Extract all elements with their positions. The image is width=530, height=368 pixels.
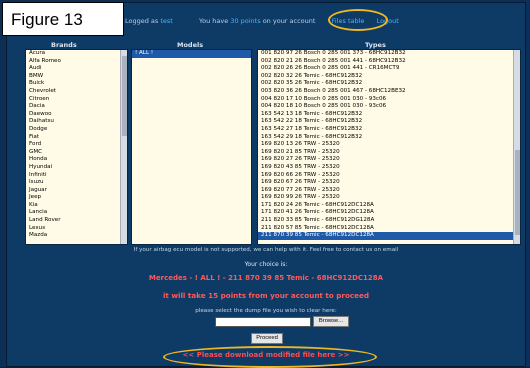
brand-option[interactable]: Dodge: [26, 126, 127, 134]
brand-option[interactable]: Daewoo: [26, 111, 127, 119]
brand-option[interactable]: Lancia: [26, 209, 127, 217]
dump-file-input[interactable]: [215, 317, 311, 327]
cost-notice: it will take 15 points from your account…: [162, 291, 370, 300]
type-option[interactable]: 004 820 17 10 Bosch 0 285 001 030 - 93c0…: [258, 96, 520, 104]
type-option[interactable]: 002 820 26 26 Bosch 0 285 001 441 - CR16…: [258, 65, 520, 73]
type-option[interactable]: 171 820 24 26 Temic - 68HC912DC128A: [258, 202, 520, 210]
type-option[interactable]: 169 820 77 26 TRW - 25320: [258, 187, 520, 195]
logged-as-prefix: Logged as: [125, 17, 159, 25]
models-header: Models: [177, 41, 204, 49]
type-option[interactable]: 002 820 35 26 Temic - 68HC912B32: [258, 80, 520, 88]
brand-option[interactable]: Alfa Romeo: [26, 58, 127, 66]
type-option[interactable]: 002 820 21 26 Bosch 0 285 001 441 - 68HC…: [258, 58, 520, 66]
type-option[interactable]: 163 542 22 18 Temic - 68HC912B32: [258, 118, 520, 126]
brand-option[interactable]: Audi: [26, 65, 127, 73]
brand-option[interactable]: Chevrolet: [26, 88, 127, 96]
brand-option[interactable]: Hyundai: [26, 164, 127, 172]
type-option[interactable]: 211 820 57 85 Temic - 68HC912DC128A: [258, 225, 520, 233]
page-background: Logged as test You have 30 points on you…: [0, 0, 530, 368]
type-option[interactable]: 163 542 27 18 Temic - 68HC912B32: [258, 126, 520, 134]
type-option[interactable]: 169 820 13 26 TRW - 25320: [258, 141, 520, 149]
type-option[interactable]: 163 542 13 18 Temic - 68HC912B32: [258, 111, 520, 119]
type-option[interactable]: 004 820 18 10 Bosch 0 285 001 030 - 93c0…: [258, 103, 520, 111]
proceed-button[interactable]: Proceed: [251, 333, 283, 344]
brand-option[interactable]: Jaguar: [26, 187, 127, 195]
brand-option[interactable]: Jeep: [26, 194, 127, 202]
brand-option[interactable]: Mazda: [26, 232, 127, 240]
not-supported-note: If your airbag ecu model is not supporte…: [133, 247, 399, 253]
brand-option[interactable]: Dacia: [26, 103, 127, 111]
type-option[interactable]: 002 820 32 26 Temic - 68HC912B32: [258, 73, 520, 81]
files-table-highlight: [328, 9, 388, 31]
points-suffix: on your account: [262, 17, 316, 25]
type-option[interactable]: 163 542 29 18 Temic - 68HC912B32: [258, 134, 520, 142]
brand-option[interactable]: BMW: [26, 73, 127, 81]
dump-prompt: please select the dump file you wish to …: [195, 308, 337, 314]
brands-scrollbar[interactable]: [120, 50, 127, 244]
brands-header: Brands: [51, 41, 77, 49]
brand-option[interactable]: Honda: [26, 156, 127, 164]
your-choice-label: Your choice is:: [244, 261, 288, 268]
type-option[interactable]: 169 820 27 26 TRW - 25320: [258, 156, 520, 164]
type-option[interactable]: 171 820 41 26 Temic - 68HC912DC128A: [258, 209, 520, 217]
brand-option[interactable]: Isuzu: [26, 179, 127, 187]
points-prefix: You have: [199, 17, 229, 25]
type-option[interactable]: 003 820 36 26 Bosch 0 285 001 467 - 68HC…: [258, 88, 520, 96]
types-header: Types: [365, 41, 386, 49]
brand-option[interactable]: Acura: [26, 50, 127, 58]
type-option[interactable]: 169 820 67 26 TRW - 25320: [258, 179, 520, 187]
points-value: 30 points: [230, 17, 261, 25]
type-option[interactable]: 169 820 66 26 TRW - 25320: [258, 172, 520, 180]
app-window: Logged as test You have 30 points on you…: [6, 2, 526, 368]
brand-option[interactable]: Land Rover: [26, 217, 127, 225]
type-option[interactable]: 211 820 33 85 Temic - 68HC912DG128A: [258, 217, 520, 225]
brands-scroll-thumb[interactable]: [122, 56, 127, 136]
type-option[interactable]: 169 820 21 85 TRW - 25320: [258, 149, 520, 157]
your-choice-value: Mercedes - ! ALL ! - 211 870 39 85 Temic…: [148, 274, 384, 282]
brand-option[interactable]: Kia: [26, 202, 127, 210]
top-bar: Logged as test You have 30 points on you…: [125, 13, 525, 29]
figure-label: Figure 13: [2, 2, 124, 36]
username-link[interactable]: test: [160, 17, 172, 25]
types-scrollbar[interactable]: [513, 50, 520, 244]
browse-button[interactable]: Browse...: [313, 316, 349, 327]
brand-option[interactable]: Citroen: [26, 96, 127, 104]
type-option[interactable]: 169 820 43 85 TRW - 25320: [258, 164, 520, 172]
type-option[interactable]: 169 820 99 26 TRW - 25320: [258, 194, 520, 202]
types-listbox[interactable]: 001 820 97 26 Bosch 0 285 001 373 - 68HC…: [257, 49, 521, 245]
brand-option[interactable]: Buick: [26, 80, 127, 88]
brand-option[interactable]: Fiat: [26, 134, 127, 142]
download-highlight: [163, 346, 377, 368]
type-option[interactable]: 001 820 97 26 Bosch 0 285 001 373 - 68HC…: [258, 50, 520, 58]
model-option[interactable]: ! ALL !: [132, 50, 251, 58]
models-listbox[interactable]: ! ALL !: [131, 49, 252, 245]
brand-option[interactable]: Lexus: [26, 225, 127, 233]
brand-option[interactable]: Infiniti: [26, 172, 127, 180]
type-option[interactable]: 211 870 39 85 Temic - 68HC912DC128A: [258, 232, 520, 240]
brand-option[interactable]: GMC: [26, 149, 127, 157]
brand-option[interactable]: Ford: [26, 141, 127, 149]
brands-listbox[interactable]: Acura Alfa Romeo Audi BMW Buick Chevrolet Citr…: [25, 49, 128, 245]
brand-option[interactable]: Daihatsu: [26, 118, 127, 126]
types-scroll-thumb[interactable]: [515, 150, 520, 235]
